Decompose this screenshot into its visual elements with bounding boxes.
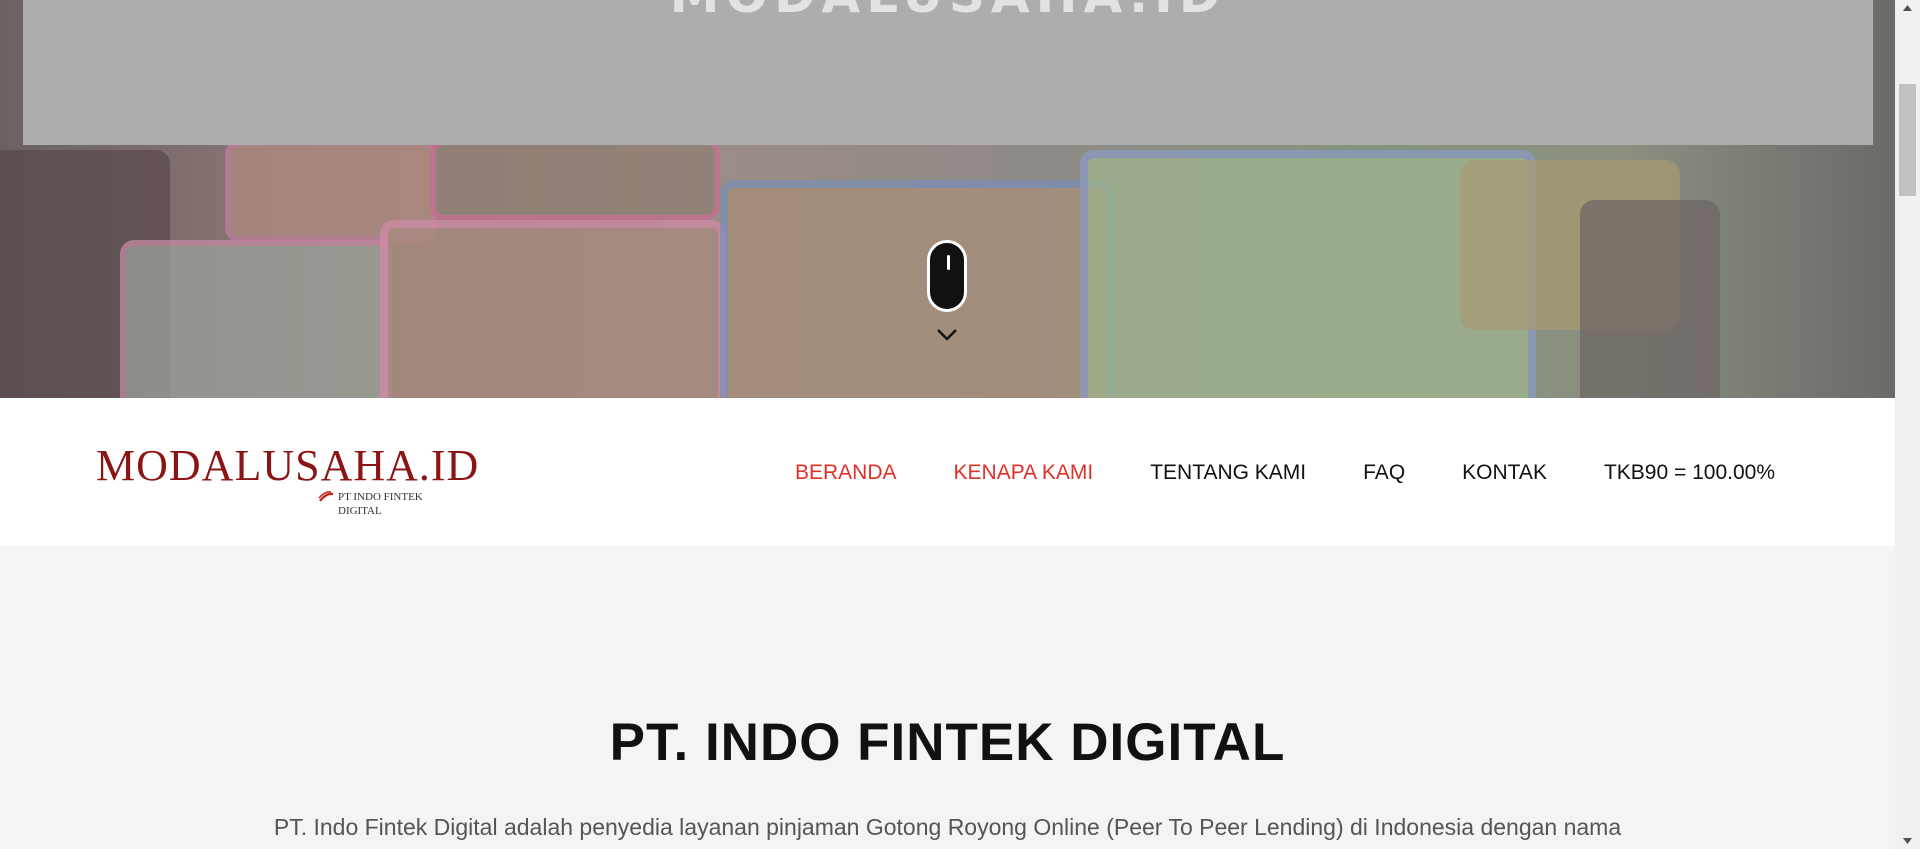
nav-item-kontak[interactable]: KONTAK <box>1462 461 1547 485</box>
section-intro: PT. Indo Fintek Digital adalah penyedia … <box>273 814 1622 840</box>
hero-bg-shape <box>380 220 726 398</box>
main-navbar: MODALUSAHA.ID PT INDO FINTEK DIGITAL BER… <box>0 398 1895 546</box>
scroll-down-arrow-icon[interactable] <box>1895 832 1920 849</box>
about-section: PT. INDO FINTEK DIGITAL PT. Indo Fintek … <box>0 546 1895 849</box>
hero-bg-shape <box>120 240 392 398</box>
logo-subtitle-text: PT INDO FINTEK DIGITAL <box>338 491 423 517</box>
logo-text: MODALUSAHA.ID <box>96 441 480 490</box>
nav-item-tkb90[interactable]: TKB90 = 100.00% <box>1604 461 1775 485</box>
nav-item-tentang-kami[interactable]: TENTANG KAMI <box>1150 461 1306 485</box>
hero-title: MODALUSAHA.ID <box>23 0 1873 24</box>
mouse-scroll-icon[interactable] <box>927 240 967 312</box>
scrollbar-thumb[interactable] <box>1899 84 1916 196</box>
main-menu: BERANDA KENAPA KAMI TENTANG KAMI FAQ KON… <box>795 461 1775 485</box>
page: MODALUSAHA.ID MODALUSAHA.ID PT INDO FINT… <box>0 0 1895 849</box>
hero-section: MODALUSAHA.ID <box>0 0 1895 398</box>
hero-bg-shape <box>430 140 720 220</box>
section-title: PT. INDO FINTEK DIGITAL <box>609 713 1286 772</box>
nav-item-kenapa-kami[interactable]: KENAPA KAMI <box>954 461 1094 485</box>
nav-item-beranda[interactable]: BERANDA <box>795 461 897 485</box>
scroll-up-arrow-icon[interactable] <box>1895 0 1920 17</box>
site-logo[interactable]: MODALUSAHA.ID PT INDO FINTEK DIGITAL <box>96 442 478 518</box>
nav-item-faq[interactable]: FAQ <box>1363 461 1405 485</box>
hero-bg-shape <box>1580 200 1720 398</box>
logo-subtitle: PT INDO FINTEK DIGITAL <box>318 490 466 517</box>
vertical-scrollbar[interactable] <box>1895 0 1920 849</box>
hero-bg-shape <box>720 180 1116 398</box>
mouse-wheel <box>947 255 950 270</box>
chevron-down-icon[interactable] <box>936 328 958 342</box>
hero-title-band: MODALUSAHA.ID <box>23 0 1873 145</box>
logo-mark-icon <box>318 491 334 502</box>
